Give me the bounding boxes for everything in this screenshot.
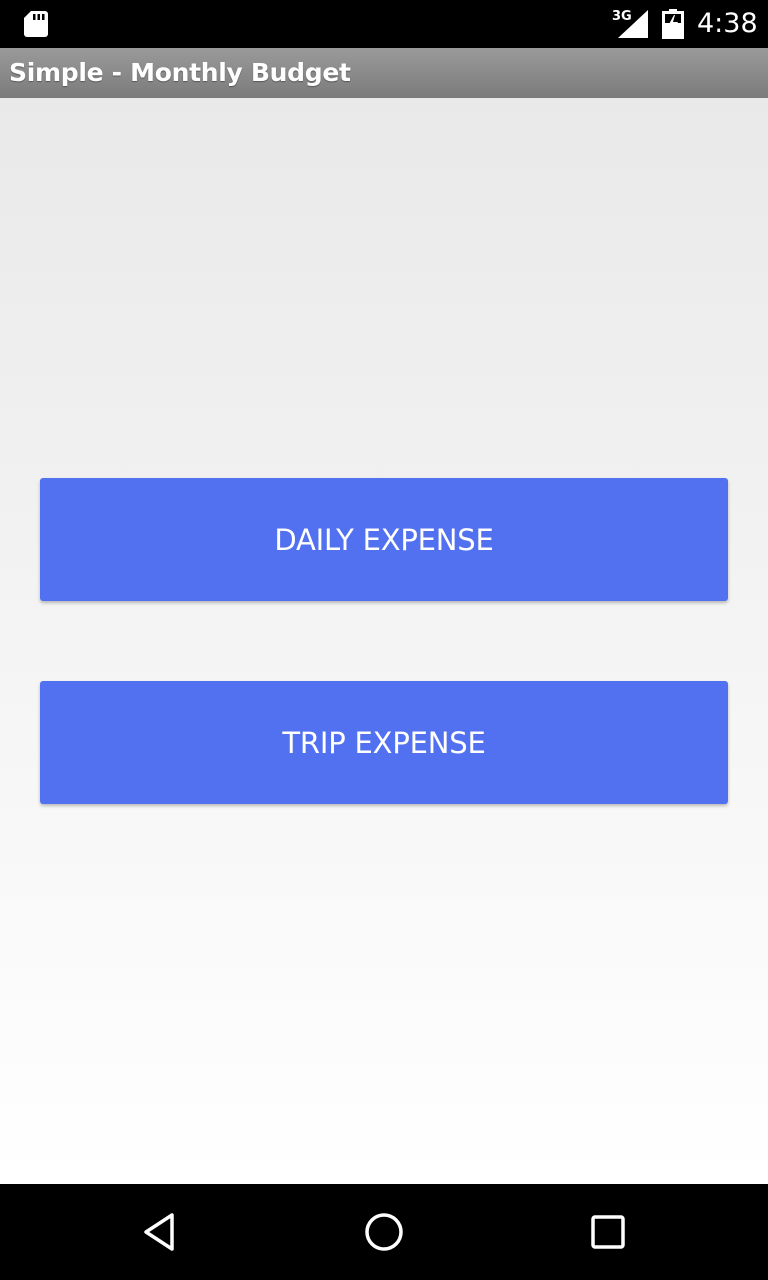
recent-apps-icon[interactable] [584,1208,632,1256]
sd-card-icon [24,11,48,37]
signal-icon [618,10,648,38]
home-icon[interactable] [360,1208,408,1256]
daily-expense-button[interactable]: DAILY EXPENSE [40,478,728,601]
screen: 3G 4:38 Simple - Monthly Budget DAILY EX… [0,0,768,1280]
status-bar: 3G 4:38 [0,0,768,48]
app-title: Simple - Monthly Budget [9,58,351,87]
navigation-bar [0,1184,768,1280]
clock: 4:38 [697,8,758,39]
action-bar: Simple - Monthly Budget [0,48,768,98]
trip-expense-button[interactable]: TRIP EXPENSE [40,681,728,804]
back-icon[interactable] [136,1208,184,1256]
battery-charging-icon [662,9,684,39]
main-content: DAILY EXPENSE TRIP EXPENSE [0,98,768,1184]
